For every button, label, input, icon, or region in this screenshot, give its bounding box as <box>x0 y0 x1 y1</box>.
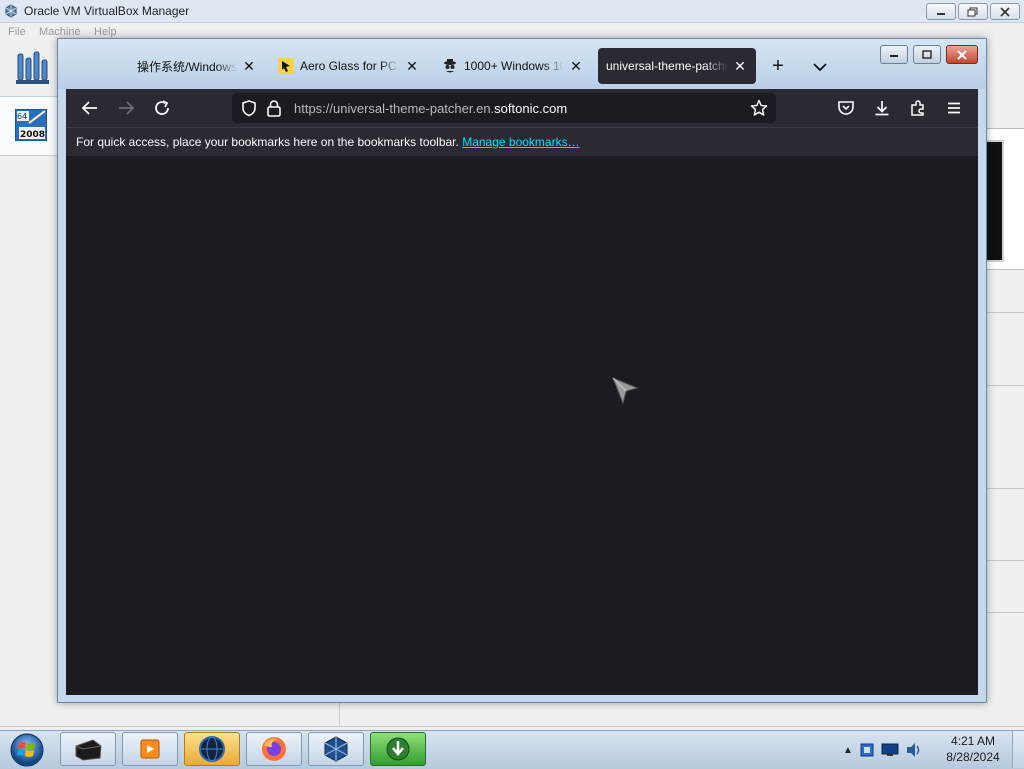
taskbar-vlc[interactable] <box>122 732 178 766</box>
tracking-protection-shield-icon[interactable] <box>240 99 258 117</box>
bookmarks-toolbar: For quick access, place your bookmarks h… <box>66 127 978 156</box>
start-button[interactable] <box>4 732 50 768</box>
puzzle-piece-icon <box>911 100 924 116</box>
firefox-icon <box>262 737 286 761</box>
restore-button[interactable] <box>958 3 988 20</box>
window-title: Oracle VM VirtualBox Manager <box>24 4 190 18</box>
tray-expand-arrow-icon[interactable]: ▲ <box>843 745 853 756</box>
restore-icon <box>967 7 978 16</box>
download-manager-icon <box>386 737 410 761</box>
tab-close-icon[interactable]: ✕ <box>568 58 584 74</box>
application-menu-button[interactable] <box>942 96 966 120</box>
tab-title: 1000+ Windows 10, 8 themes <box>464 59 564 73</box>
taskbar-media-app[interactable] <box>60 732 116 766</box>
details-divider <box>986 612 1024 613</box>
details-divider <box>986 488 1024 489</box>
bookmark-star-icon[interactable] <box>750 99 768 117</box>
vm-badge-year: 2008 <box>20 130 45 140</box>
firefox-window: 操作系统/Windows Home ✕ Aero Glass for PC - … <box>57 38 987 703</box>
menu-file[interactable]: File <box>8 26 26 38</box>
details-divider <box>986 312 1024 313</box>
mouse-pointer-icon <box>612 377 639 405</box>
reload-icon <box>155 100 169 115</box>
tab-close-icon[interactable]: ✕ <box>732 58 748 74</box>
taskbar-virtualbox[interactable] <box>308 732 364 766</box>
clock-date: 8/28/2024 <box>946 750 1000 764</box>
close-button[interactable] <box>990 3 1020 20</box>
taskbar-globe-browser[interactable] <box>184 732 240 766</box>
hamburger-menu-icon <box>948 102 960 114</box>
tray-app-icon[interactable] <box>859 742 875 758</box>
download-icon <box>875 101 889 116</box>
url-bar[interactable]: https://universal-theme-patcher.en.softo… <box>232 93 776 123</box>
tab-aero-glass[interactable]: Aero Glass for PC - Download ✕ <box>270 48 428 84</box>
windows-taskbar: ▲ 4:21 AM 8/28/2024 <box>0 730 1024 769</box>
virtualbox-app-icon <box>5 4 17 18</box>
manage-bookmarks-link[interactable]: Manage bookmarks… <box>462 135 579 149</box>
tab-title: 操作系统/Windows Home <box>137 59 237 74</box>
show-desktop-button[interactable] <box>1012 731 1024 768</box>
clock-time: 4:21 AM <box>950 734 996 748</box>
extensions-button[interactable] <box>906 96 930 120</box>
details-divider <box>986 560 1024 561</box>
speaker-icon[interactable] <box>905 741 923 759</box>
virtualbox-icon <box>324 736 348 762</box>
page-content-area[interactable] <box>66 156 978 695</box>
vm-preview-screen <box>984 140 1004 262</box>
global-tools-icon[interactable] <box>14 50 50 86</box>
system-tray: ▲ <box>843 737 923 763</box>
system-clock[interactable]: 4:21 AM 8/28/2024 <box>940 733 1006 765</box>
tab-close-icon[interactable]: ✕ <box>404 58 420 74</box>
tab-title: universal-theme-patcher <box>606 59 728 73</box>
tab-close-icon[interactable]: ✕ <box>241 58 257 74</box>
arrow-left-icon <box>81 101 97 115</box>
url-text[interactable]: https://universal-theme-patcher.en.softo… <box>294 101 567 116</box>
back-button[interactable] <box>78 96 102 120</box>
minimize-icon <box>937 12 945 15</box>
tab-strip: 操作系统/Windows Home ✕ Aero Glass for PC - … <box>66 47 978 89</box>
taskbar-download-manager[interactable] <box>370 732 426 766</box>
url-host: softonic.com <box>494 101 568 116</box>
reload-button[interactable] <box>150 96 174 120</box>
aero-glass-icon <box>278 58 294 74</box>
menu-help[interactable]: Help <box>94 26 117 38</box>
vlc-icon <box>140 739 160 759</box>
arrow-right-icon <box>119 101 135 115</box>
tab-windows-themes[interactable]: 1000+ Windows 10, 8 themes ✕ <box>434 48 592 84</box>
tab-universal-theme-patcher[interactable]: universal-theme-patcher ✕ <box>598 48 756 84</box>
pocket-button[interactable] <box>834 96 858 120</box>
url-prefix: https://universal-theme-patcher.en. <box>294 101 495 116</box>
globe-browser-icon <box>199 736 225 762</box>
panel-splitter[interactable] <box>339 702 340 726</box>
menu-machine[interactable]: Machine <box>39 26 81 38</box>
new-tab-button[interactable]: + <box>766 55 790 79</box>
status-divider <box>0 726 1024 727</box>
tab-title: Aero Glass for PC - Download <box>300 59 400 73</box>
document-icon <box>115 58 131 74</box>
navigation-toolbar: https://universal-theme-patcher.en.softo… <box>66 89 978 127</box>
bookmarks-hint-text: For quick access, place your bookmarks h… <box>76 135 459 149</box>
vm-badge-64: 64 <box>17 112 27 121</box>
tab-windows-home[interactable]: 操作系统/Windows Home ✕ <box>107 48 265 84</box>
windows-2008-vm-icon: 64 2008 <box>15 109 47 141</box>
bookmarks-toolbar-message: For quick access, place your bookmarks h… <box>76 135 580 149</box>
virtualbox-titlebar[interactable]: Oracle VM VirtualBox Manager <box>0 0 1024 23</box>
taskbar-firefox[interactable] <box>246 732 302 766</box>
vm-list-item[interactable]: 64 2008 <box>0 96 59 156</box>
downloads-button[interactable] <box>870 96 894 120</box>
minimize-button[interactable] <box>926 3 956 20</box>
chevron-down-icon <box>813 63 827 72</box>
media-app-icon <box>75 739 102 761</box>
plus-icon: + <box>772 55 784 77</box>
pocket-icon <box>838 101 854 115</box>
lock-icon[interactable] <box>266 99 282 117</box>
network-monitor-icon[interactable] <box>881 743 899 757</box>
forward-button[interactable] <box>114 96 138 120</box>
windows-logo-icon <box>10 733 44 767</box>
close-icon <box>1000 6 1010 17</box>
list-all-tabs-button[interactable] <box>808 55 832 79</box>
spy-icon <box>442 58 458 74</box>
details-divider <box>986 385 1024 386</box>
